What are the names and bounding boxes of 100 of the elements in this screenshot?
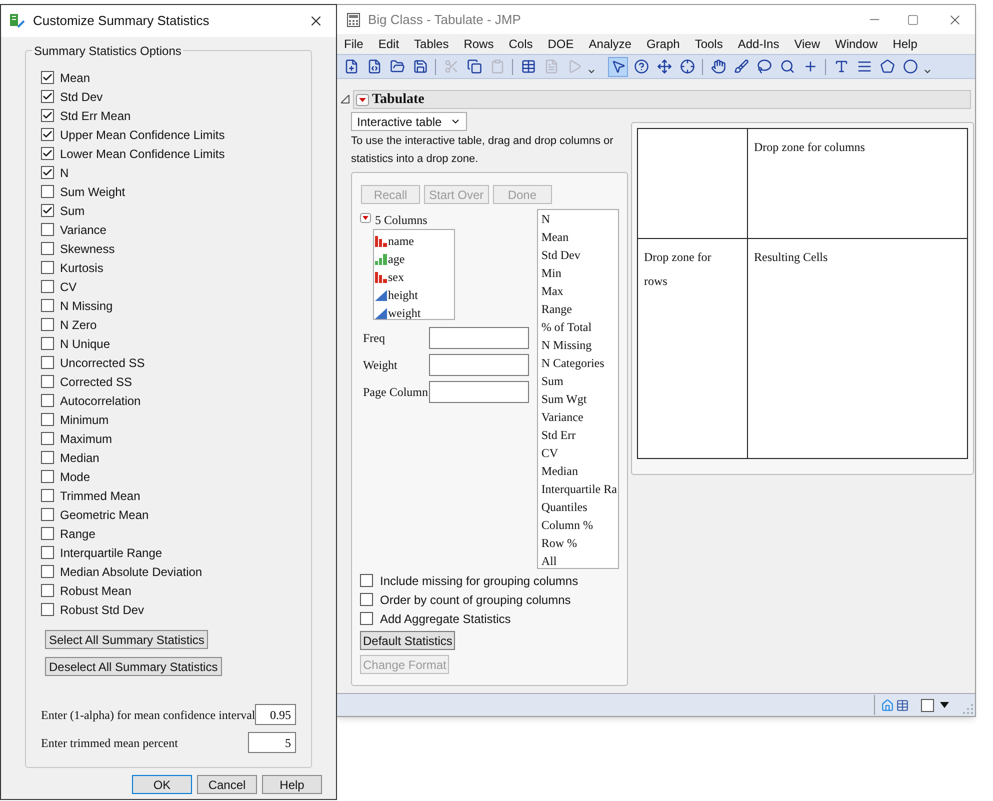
checkbox[interactable] (41, 603, 54, 616)
dropdown-icon[interactable] (940, 702, 949, 708)
checkbox[interactable] (41, 565, 54, 578)
statistic-item[interactable]: Median (538, 462, 618, 480)
variable-name[interactable]: name (388, 232, 414, 250)
statistic-item[interactable]: Sum Wgt (538, 390, 618, 408)
resize-grip-icon[interactable] (963, 704, 973, 714)
statistic-item[interactable]: Quantiles (538, 498, 618, 516)
statistic-item[interactable]: N Categories (538, 354, 618, 372)
statistic-item[interactable]: N Missing (538, 336, 618, 354)
checkbox[interactable] (41, 489, 54, 502)
statistic-item[interactable]: Interquartile Ra (538, 480, 618, 498)
home-icon[interactable] (881, 698, 894, 712)
statistic-item[interactable]: Std Dev (538, 246, 618, 264)
dialog-button[interactable]: Help (262, 775, 322, 794)
checkbox[interactable] (41, 109, 54, 122)
table-icon[interactable] (896, 698, 909, 712)
checkbox[interactable] (41, 413, 54, 426)
checkbox[interactable] (41, 147, 54, 160)
statistic-item[interactable]: Std Err (538, 426, 618, 444)
menu-item[interactable]: File (344, 35, 364, 53)
statistic-item[interactable]: All (538, 552, 618, 568)
field-label: Enter (1-alpha) for mean confidence interval (41, 706, 256, 724)
checkbox[interactable] (41, 166, 54, 179)
menu-item[interactable]: Tables (414, 35, 449, 53)
checkbox[interactable] (41, 318, 54, 331)
menu-item[interactable]: DOE (548, 35, 574, 53)
statistic-item[interactable]: N (538, 210, 618, 228)
overflow-icon[interactable] (587, 67, 596, 76)
menu-item[interactable]: View (794, 35, 820, 53)
menu-item[interactable]: Rows (464, 35, 494, 53)
overflow-icon[interactable] (923, 67, 932, 76)
variable-name[interactable]: age (388, 250, 405, 268)
variable-name[interactable]: sex (388, 268, 404, 286)
checkbox[interactable] (41, 71, 54, 84)
checkbox[interactable] (41, 261, 54, 274)
dialog-button[interactable]: OK (132, 775, 192, 794)
statistic-item[interactable]: % of Total (538, 318, 618, 336)
checkbox[interactable] (360, 612, 373, 625)
input-field[interactable]: 5 (248, 732, 296, 753)
checkbox[interactable] (41, 584, 54, 597)
menu-triangle-icon[interactable] (360, 213, 371, 223)
option-label: Lower Mean Confidence Limits (60, 146, 225, 162)
statistic-item[interactable]: Min (538, 264, 618, 282)
checkbox[interactable] (360, 593, 373, 606)
checkbox[interactable] (360, 574, 373, 587)
checkbox[interactable] (41, 508, 54, 521)
menu-item[interactable]: Edit (378, 35, 400, 53)
menu-item[interactable]: Graph (646, 35, 680, 53)
option-label: Sum Weight (60, 184, 126, 200)
menu-item[interactable]: Help (892, 35, 918, 53)
checkbox[interactable] (41, 546, 54, 559)
checkbox[interactable] (41, 90, 54, 103)
checkbox[interactable] (41, 375, 54, 388)
option-label: Std Err Mean (60, 108, 131, 124)
checkbox[interactable] (41, 394, 54, 407)
statistic-item[interactable]: Variance (538, 408, 618, 426)
checkbox[interactable] (41, 337, 54, 350)
help-icon (634, 59, 648, 74)
variable-name[interactable]: height (388, 286, 418, 304)
panel-button[interactable]: Default Statistics (360, 631, 456, 650)
option-label: Geometric Mean (60, 506, 149, 524)
checkbox[interactable] (41, 128, 54, 141)
statistic-item[interactable]: Max (538, 282, 618, 300)
folder-icon (390, 59, 404, 74)
checkbox[interactable] (41, 280, 54, 293)
plus-icon (802, 59, 818, 74)
role-field[interactable] (429, 327, 529, 349)
dialog-button[interactable]: Cancel (197, 775, 257, 794)
collapse-triangle-icon[interactable] (341, 95, 350, 104)
checkbox[interactable] (41, 204, 54, 217)
toolbar-button[interactable] (608, 56, 628, 76)
checkbox[interactable] (41, 223, 54, 236)
checkbox[interactable] (41, 527, 54, 540)
menu-item[interactable]: Add-Ins (738, 35, 780, 53)
select-button[interactable]: Select All Summary Statistics (45, 630, 208, 649)
checkbox[interactable] (41, 299, 54, 312)
select-button[interactable]: Deselect All Summary Statistics (45, 657, 222, 676)
statistic-item[interactable]: Mean (538, 228, 618, 246)
menu-item[interactable]: Analyze (588, 35, 632, 53)
checkbox[interactable] (41, 185, 54, 198)
role-field[interactable] (429, 381, 529, 403)
checkbox[interactable] (41, 432, 54, 445)
input-field[interactable]: 0.95 (255, 704, 296, 725)
checkbox[interactable] (41, 451, 54, 464)
statistic-item[interactable]: Column % (538, 516, 618, 534)
checkbox[interactable] (41, 242, 54, 255)
checkbox[interactable] (921, 698, 934, 712)
menu-item[interactable]: Window (835, 35, 878, 53)
menu-item[interactable]: Cols (508, 35, 533, 53)
menu-item[interactable]: Tools (694, 35, 723, 53)
mode-dropdown[interactable]: Interactive table (351, 112, 467, 131)
statistic-item[interactable]: Range (538, 300, 618, 318)
statistic-item[interactable]: CV (538, 444, 618, 462)
checkbox[interactable] (41, 356, 54, 369)
role-field[interactable] (429, 354, 529, 376)
maximize-icon[interactable] (907, 14, 919, 26)
statistic-item[interactable]: Row % (538, 534, 618, 552)
statistic-item[interactable]: Sum (538, 372, 618, 390)
checkbox[interactable] (41, 470, 54, 483)
